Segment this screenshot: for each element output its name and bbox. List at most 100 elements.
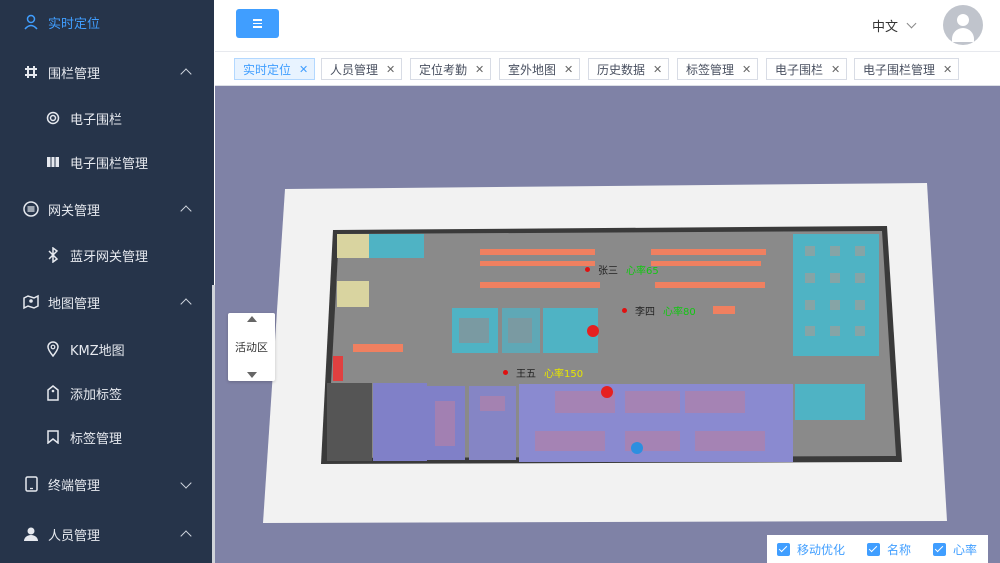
sidebar-item-label: 标签管理 [70, 431, 123, 447]
sidebar-item-map-management[interactable]: 地图管理 [0, 291, 210, 313]
tab-personnel-management[interactable]: 人员管理 ✕ [321, 58, 403, 80]
tab-realtime-location[interactable]: 实时定位 ✕ [234, 58, 316, 80]
map-options: 移动优化 名称 心率 [767, 535, 988, 563]
tag-marker-blue [631, 442, 643, 454]
office-room [373, 383, 427, 461]
hamburger-menu-button[interactable] [236, 9, 279, 38]
checkbox-checked-icon[interactable] [867, 542, 881, 556]
arrow-up-icon[interactable] [246, 316, 257, 322]
sidebar-item-label: 人员管理 [48, 528, 101, 544]
desk [353, 344, 403, 352]
list-circle-icon [22, 200, 40, 218]
language-selector[interactable]: 中文 [872, 16, 917, 35]
close-icon[interactable]: ✕ [386, 63, 395, 76]
close-icon[interactable]: ✕ [299, 63, 308, 76]
close-icon[interactable]: ✕ [475, 63, 484, 76]
sidebar-item-add-tag[interactable]: 添加标签 [0, 382, 210, 404]
hamburger-icon [253, 19, 262, 21]
bookmark-icon [44, 428, 62, 446]
tab-label: 标签管理 [686, 62, 735, 77]
marker-red [333, 356, 343, 381]
rack [480, 282, 600, 288]
tag-marker-red [587, 325, 599, 337]
chevron-down-icon [180, 476, 192, 489]
person-name: 李四 [635, 307, 655, 318]
sidebar-item-bluetooth-gateway[interactable]: 蓝牙网关管理 [0, 244, 210, 266]
chevron-up-icon [180, 297, 192, 310]
sidebar-item-label: 添加标签 [70, 387, 123, 403]
sidebar-item-label: 终端管理 [48, 478, 101, 494]
sidebar-item-realtime-location[interactable]: 实时定位 [0, 11, 210, 33]
heart-rate: 心率65 [626, 266, 659, 277]
location-dot [622, 308, 627, 313]
chevron-up-icon [180, 204, 192, 217]
restroom-mid [337, 281, 369, 307]
tab-electronic-fence[interactable]: 电子围栏 ✕ [766, 58, 848, 80]
sidebar-item-label: 围栏管理 [48, 66, 101, 82]
checkbox-checked-icon[interactable] [933, 542, 947, 556]
sidebar: 实时定位 围栏管理 电子围栏 电子围栏管理 网关管理 蓝牙网关管理 地图管理 K… [0, 0, 214, 563]
sidebar-item-label: 地图管理 [48, 296, 101, 312]
tablet-icon [22, 475, 40, 493]
checkbox-checked-icon[interactable] [777, 542, 790, 556]
user-icon [22, 525, 40, 543]
tab-location-attendance[interactable]: 定位考勤 ✕ [410, 58, 492, 80]
option-heart-rate[interactable]: 心率 [933, 541, 977, 558]
sidebar-item-label: KMZ地图 [70, 343, 125, 359]
tab-label: 人员管理 [330, 62, 379, 77]
tab-history-data[interactable]: 历史数据 ✕ [588, 58, 670, 80]
person-marker[interactable]: 李四 心率80 [622, 303, 696, 318]
restroom-top-blue [369, 234, 424, 258]
option-label: 移动优化 [797, 542, 846, 557]
rack [713, 306, 735, 314]
sidebar-item-electronic-fence[interactable]: 电子围栏 [0, 107, 210, 129]
option-label: 心率 [953, 542, 978, 557]
sidebar-item-terminal-management[interactable]: 终端管理 [0, 473, 210, 495]
user-avatar-icon [957, 14, 969, 26]
tab-label: 历史数据 [597, 62, 646, 77]
close-icon[interactable]: ✕ [831, 63, 840, 76]
close-icon[interactable]: ✕ [653, 63, 662, 76]
sidebar-item-personnel-management[interactable]: 人员管理 [0, 523, 210, 545]
option-name[interactable]: 名称 [867, 541, 911, 558]
sidebar-item-label: 电子围栏 [70, 112, 123, 128]
sidebar-item-fence-management[interactable]: 围栏管理 [0, 61, 210, 83]
tab-label: 实时定位 [243, 62, 292, 77]
sidebar-item-label: 网关管理 [48, 203, 101, 219]
map-marker-icon [44, 340, 62, 358]
arrow-down-icon[interactable] [246, 372, 257, 378]
tag-add-icon [44, 384, 62, 402]
tab-label: 电子围栏 [775, 62, 824, 77]
user-avatar[interactable] [943, 5, 983, 45]
map-view[interactable]: 活动区 张三 心率65 李四 心率80 王五 心率150 [215, 86, 1000, 563]
person-marker[interactable]: 王五 心率150 [503, 365, 583, 380]
rack [651, 261, 761, 266]
sidebar-item-electronic-fence-management[interactable]: 电子围栏管理 [0, 151, 210, 173]
sidebar-item-label: 蓝牙网关管理 [70, 249, 149, 265]
target-icon [44, 109, 62, 127]
close-icon[interactable]: ✕ [943, 63, 952, 76]
map-book-icon [44, 153, 62, 171]
heart-rate: 心率150 [544, 369, 584, 380]
heart-rate: 心率80 [663, 307, 696, 318]
option-move-optimize[interactable]: 移动优化 [777, 541, 845, 558]
tab-electronic-fence-management[interactable]: 电子围栏管理 ✕ [854, 58, 960, 80]
close-icon[interactable]: ✕ [742, 63, 751, 76]
tab-label: 定位考勤 [419, 62, 468, 77]
tab-label: 电子围栏管理 [863, 62, 936, 77]
tab-tag-management[interactable]: 标签管理 ✕ [677, 58, 759, 80]
rack [651, 249, 766, 255]
chevron-up-icon [180, 529, 192, 542]
option-label: 名称 [887, 542, 912, 557]
sidebar-item-tag-management[interactable]: 标签管理 [0, 426, 210, 448]
sidebar-item-kmz-map[interactable]: KMZ地图 [0, 338, 210, 360]
sidebar-item-gateway-management[interactable]: 网关管理 [0, 198, 210, 220]
tab-outdoor-map[interactable]: 室外地图 ✕ [499, 58, 581, 80]
person-name: 张三 [598, 266, 618, 277]
zone-label[interactable]: 活动区 [235, 339, 268, 355]
tag-marker-red [601, 386, 613, 398]
close-icon[interactable]: ✕ [564, 63, 573, 76]
person-marker[interactable]: 张三 心率65 [585, 262, 659, 277]
location-dot [585, 267, 590, 272]
location-pin-icon [22, 13, 40, 31]
